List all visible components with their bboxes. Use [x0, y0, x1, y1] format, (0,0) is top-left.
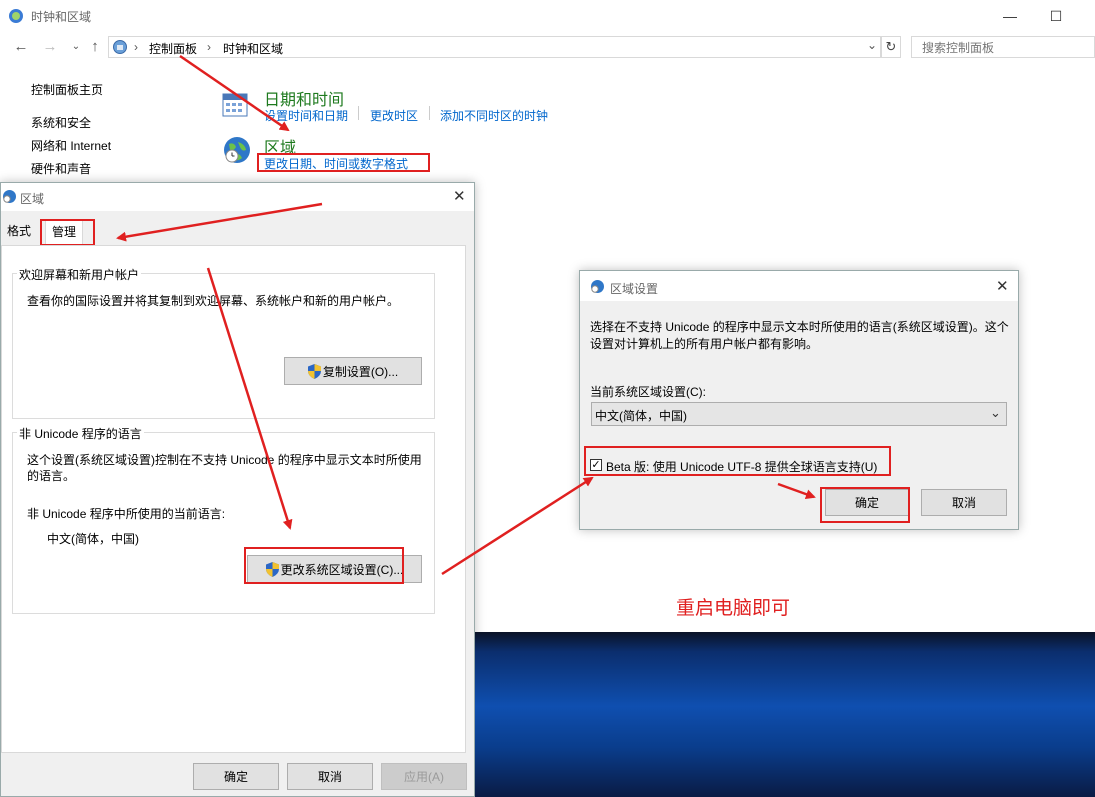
highlight-box: [584, 446, 891, 476]
highlight-box: [257, 153, 430, 172]
tab-formats[interactable]: 格式: [1, 219, 38, 243]
region-ok-button[interactable]: 确定: [193, 763, 279, 790]
sidebar-item-hardware[interactable]: 硬件和声音: [31, 160, 91, 177]
calendar-icon: [222, 93, 248, 117]
breadcrumb-clock-region[interactable]: 时钟和区域: [223, 40, 283, 57]
system-locale-label: 当前系统区域设置(C):: [590, 385, 706, 399]
breadcrumb-separator: ›: [134, 40, 138, 54]
window-title: 时钟和区域: [31, 10, 92, 24]
region-settings-cancel-button[interactable]: 取消: [921, 489, 1007, 516]
administrative-panel: 欢迎屏幕和新用户帐户 查看你的国际设置并将其复制到欢迎屏幕、系统帐户和新的用户帐…: [1, 245, 466, 753]
uac-shield-icon: [307, 363, 321, 379]
region-settings-title: 区域设置: [610, 282, 659, 296]
sidebar-item-security[interactable]: 系统和安全: [31, 114, 91, 131]
current-language-label: 非 Unicode 程序中所使用的当前语言:: [27, 507, 226, 521]
set-time-date-link[interactable]: 设置时间和日期: [264, 107, 348, 124]
nonunicode-group-desc: 这个设置(系统区域设置)控制在不支持 Unicode 的程序中显示文本时所使用的…: [27, 453, 422, 483]
region-settings-titlebar: 区域设置 ✕: [580, 271, 1018, 301]
sidebar-item-home[interactable]: 控制面板主页: [31, 81, 103, 98]
address-dropdown-icon[interactable]: ⌄: [867, 38, 877, 52]
desktop-wallpaper: [475, 632, 1095, 797]
region-cancel-button[interactable]: 取消: [287, 763, 373, 790]
region-settings-desc: 选择在不支持 Unicode 的程序中显示文本时所使用的语言(系统区域设置)。这…: [590, 320, 1009, 351]
up-arrow-icon[interactable]: ↑: [85, 38, 105, 56]
link-divider: [429, 106, 430, 120]
link-divider: [358, 106, 359, 120]
copy-settings-button[interactable]: 复制设置(O)...: [284, 357, 422, 385]
recent-dropdown-icon[interactable]: ⌄: [66, 38, 86, 56]
forward-arrow-icon[interactable]: →: [40, 38, 60, 56]
region-apply-button[interactable]: 应用(A): [381, 763, 467, 790]
change-timezone-link[interactable]: 更改时区: [370, 107, 418, 124]
back-arrow-icon[interactable]: ←: [11, 38, 31, 56]
close-icon[interactable]: ✕: [996, 277, 1009, 295]
globe-icon: [3, 190, 16, 203]
breadcrumb-control-panel[interactable]: 控制面板: [149, 40, 197, 57]
search-input[interactable]: [920, 38, 1089, 58]
add-clocks-link[interactable]: 添加不同时区的时钟: [440, 107, 548, 124]
region-dialog-titlebar: 区域 ✕: [1, 183, 474, 211]
clock-region-icon: [9, 9, 23, 23]
sidebar-item-network[interactable]: 网络和 Internet: [31, 137, 111, 154]
minimize-button[interactable]: —: [987, 0, 1033, 32]
nonunicode-group-label: 非 Unicode 程序的语言: [17, 425, 144, 442]
search-box[interactable]: [911, 36, 1095, 58]
highlight-box: [40, 219, 95, 246]
system-locale-select[interactable]: 中文(简体，中国) ⌄: [591, 402, 1007, 426]
breadcrumb-separator: ›: [207, 40, 211, 54]
region-dialog-title: 区域: [20, 192, 45, 206]
highlight-box: [244, 547, 404, 584]
region-dialog: 区域 ✕ 格式 管理 欢迎屏幕和新用户帐户 查看你的国际设置并将其复制到欢迎屏幕…: [0, 182, 475, 797]
region-settings-dialog: 区域设置 ✕ 选择在不支持 Unicode 的程序中显示文本时所使用的语言(系统…: [579, 270, 1019, 530]
address-bar[interactable]: › 控制面板 › 时钟和区域 ⌄: [108, 36, 881, 58]
control-panel-titlebar: 时钟和区域 — ☐: [0, 0, 1095, 32]
control-panel-icon: [113, 40, 127, 54]
refresh-icon[interactable]: ↻: [881, 36, 901, 58]
welcome-group-desc: 查看你的国际设置并将其复制到欢迎屏幕、系统帐户和新的用户帐户。: [27, 294, 400, 308]
globe-icon: [224, 137, 250, 163]
globe-icon: [591, 280, 604, 293]
maximize-button[interactable]: ☐: [1033, 0, 1079, 32]
current-language-value: 中文(简体，中国): [47, 532, 139, 546]
system-locale-value: 中文(简体，中国): [595, 409, 687, 423]
close-icon[interactable]: ✕: [453, 187, 466, 205]
welcome-group-label: 欢迎屏幕和新用户帐户: [17, 266, 142, 283]
highlight-box: [820, 487, 910, 523]
chevron-down-icon: ⌄: [990, 405, 1001, 420]
copy-settings-label: 复制设置(O)...: [322, 364, 399, 379]
restart-note: 重启电脑即可: [676, 598, 791, 619]
